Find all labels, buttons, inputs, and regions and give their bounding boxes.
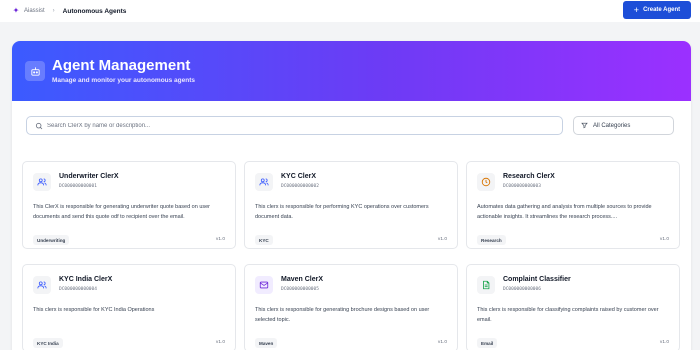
category-tag: Maven bbox=[255, 338, 278, 348]
category-tag: Email bbox=[477, 338, 498, 348]
category-tag: KYC bbox=[255, 235, 273, 245]
category-filter[interactable]: All Categories bbox=[573, 116, 674, 135]
agent-name: Complaint Classifier bbox=[503, 276, 571, 283]
agent-id: DC000000000006 bbox=[503, 287, 541, 292]
users-icon bbox=[33, 276, 51, 294]
agent-card[interactable]: KYC ClerX DC000000000002 This clerx is r… bbox=[244, 161, 458, 249]
agent-description: This clerx is responsible for performing… bbox=[255, 204, 429, 220]
agent-description: Automates data gathering and analysis fr… bbox=[477, 204, 652, 220]
agent-description: This ClerX is responsible for generating… bbox=[33, 204, 211, 220]
agent-name: KYC ClerX bbox=[281, 173, 317, 180]
version-label: v1.0 bbox=[659, 340, 669, 345]
category-tag: Underwriting bbox=[33, 235, 70, 245]
filter-icon bbox=[581, 122, 588, 129]
search-box[interactable] bbox=[26, 116, 563, 135]
agent-name: Research ClerX bbox=[503, 173, 555, 180]
search-input[interactable] bbox=[47, 122, 547, 129]
agent-id: DC000000000001 bbox=[59, 184, 97, 189]
version-label: v1.0 bbox=[215, 237, 225, 242]
document-icon bbox=[477, 276, 495, 294]
version-label: v1.0 bbox=[437, 340, 447, 345]
sparkle-icon: ✦ bbox=[12, 6, 20, 15]
agent-id: DC000000000003 bbox=[503, 184, 541, 189]
users-icon bbox=[33, 173, 51, 191]
agent-description: This clerx is responsible for generating… bbox=[255, 307, 430, 323]
create-agent-button[interactable]: + Create Agent bbox=[623, 1, 691, 19]
page-subtitle: Manage and monitor your autonomous agent… bbox=[52, 77, 196, 84]
agent-id: DC000000000004 bbox=[59, 287, 97, 292]
plus-icon: + bbox=[633, 4, 640, 15]
agent-panel: Agent Management Manage and monitor your… bbox=[12, 41, 691, 350]
agent-card[interactable]: Complaint Classifier DC000000000006 This… bbox=[466, 264, 680, 350]
top-bar: ✦ Aiassist › Autonomous Agents + Create … bbox=[0, 0, 700, 22]
chevron-right-icon: › bbox=[52, 8, 55, 14]
users-icon bbox=[255, 173, 273, 191]
agent-name: KYC India ClerX bbox=[59, 276, 113, 283]
agent-description: This clerx is responsible for classifyin… bbox=[477, 307, 659, 323]
mail-icon bbox=[255, 276, 273, 294]
agent-card[interactable]: Maven ClerX DC000000000005 This clerx is… bbox=[244, 264, 458, 350]
search-icon bbox=[35, 122, 43, 129]
agent-name: Underwriter ClerX bbox=[59, 173, 119, 180]
version-label: v1.0 bbox=[437, 237, 447, 242]
agent-card[interactable]: KYC India ClerX DC000000000004 This cler… bbox=[22, 264, 236, 350]
breadcrumb-app[interactable]: Aiassist bbox=[24, 8, 45, 14]
clock-icon bbox=[477, 173, 495, 191]
hero-banner: Agent Management Manage and monitor your… bbox=[12, 41, 691, 101]
robot-icon bbox=[25, 61, 45, 81]
category-tag: KYC India bbox=[33, 338, 63, 348]
page-title: Agent Management bbox=[52, 57, 191, 74]
agent-id: DC000000000002 bbox=[281, 184, 319, 189]
create-agent-label: Create Agent bbox=[643, 7, 681, 13]
breadcrumb-page: Autonomous Agents bbox=[62, 7, 127, 15]
agent-name: Maven ClerX bbox=[281, 276, 324, 283]
filter-value: All Categories bbox=[593, 122, 631, 129]
agent-card[interactable]: Underwriter ClerX DC000000000001 This Cl… bbox=[22, 161, 236, 249]
version-label: v1.0 bbox=[215, 340, 225, 345]
agent-id: DC000000000005 bbox=[281, 287, 319, 292]
agent-card[interactable]: Research ClerX DC000000000003 Automates … bbox=[466, 161, 680, 249]
agent-description: This clerx is responsible for KYC India … bbox=[33, 307, 155, 313]
version-label: v1.0 bbox=[659, 237, 669, 242]
category-tag: Research bbox=[477, 235, 506, 245]
